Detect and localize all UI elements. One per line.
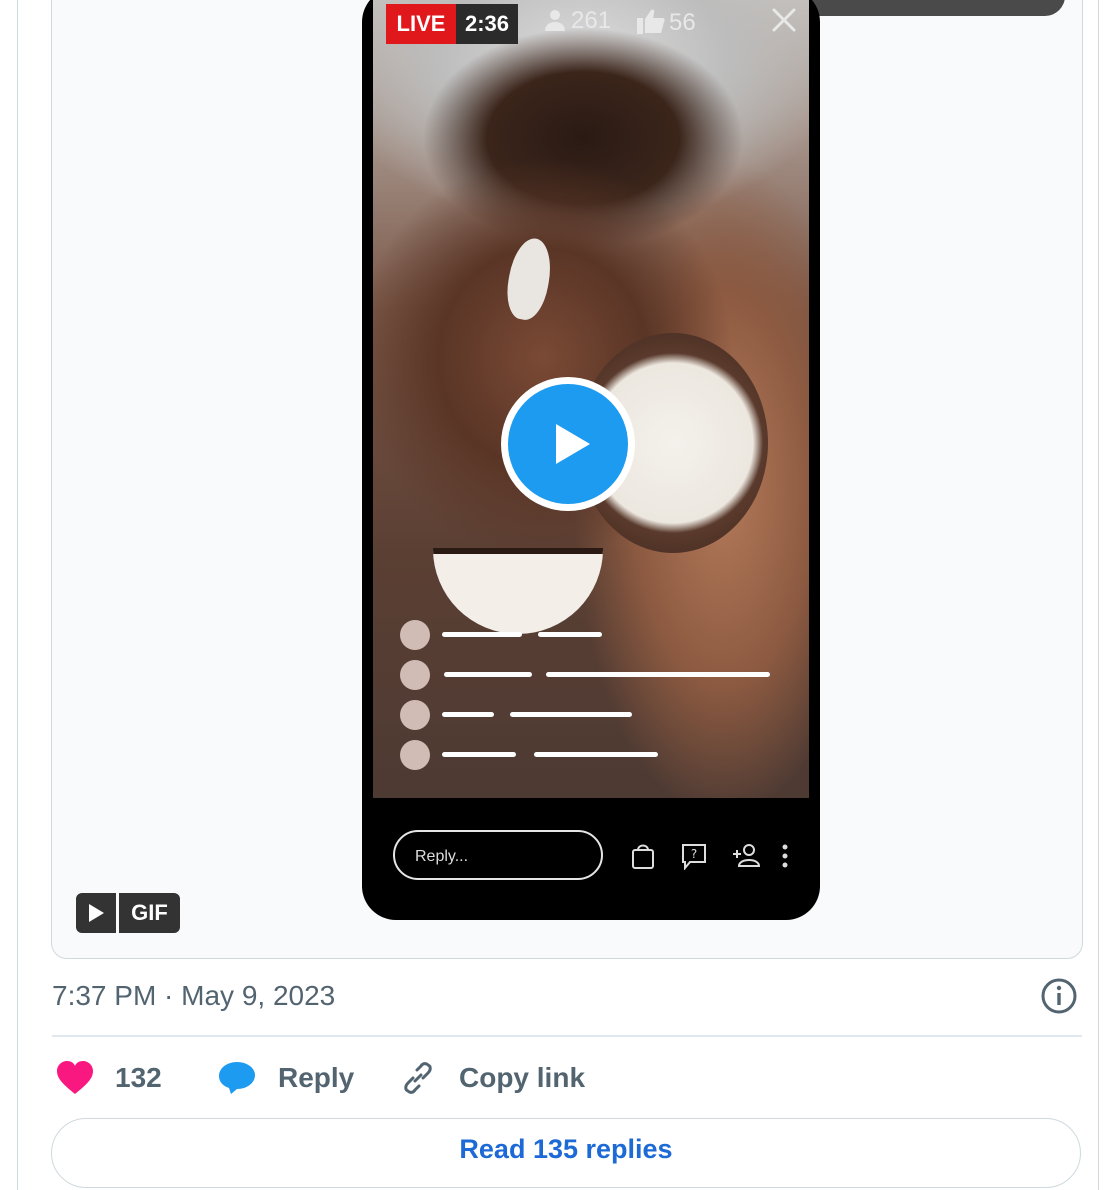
- thumbs-up-icon: [637, 9, 665, 34]
- comment-text-placeholder: [444, 672, 532, 677]
- copy-link-button[interactable]: Copy link: [400, 1058, 585, 1098]
- viewer-count-value: 261: [571, 7, 612, 34]
- divider: [52, 1035, 1082, 1037]
- question-icon[interactable]: ?: [680, 842, 708, 871]
- like-count-value: 56: [669, 9, 696, 36]
- copy-link-label: Copy link: [459, 1062, 586, 1093]
- comment-text-placeholder: [442, 712, 494, 717]
- comment-text-placeholder: [538, 632, 602, 637]
- gif-badge[interactable]: GIF: [76, 893, 180, 933]
- shopping-bag-icon[interactable]: [629, 842, 657, 870]
- like-count: 132: [115, 1062, 162, 1093]
- read-replies-button[interactable]: Read 135 replies: [51, 1118, 1081, 1188]
- close-icon[interactable]: [770, 6, 798, 34]
- smile: [433, 548, 603, 634]
- comment-text-placeholder: [510, 712, 632, 717]
- reply-bubble-icon: [219, 1062, 255, 1094]
- play-icon: [76, 893, 116, 933]
- play-button[interactable]: [501, 377, 635, 511]
- comment-avatar: [400, 740, 430, 770]
- reply-button[interactable]: Reply: [218, 1058, 354, 1098]
- cream-dab: [502, 235, 556, 323]
- comment-avatar: [400, 660, 430, 690]
- stream-duration: 2:36: [456, 4, 518, 44]
- like-count-live: 56: [637, 8, 696, 36]
- info-icon[interactable]: [1040, 977, 1078, 1015]
- comment-avatar: [400, 620, 430, 650]
- comment-text-placeholder: [442, 752, 516, 757]
- play-icon: [508, 384, 628, 504]
- live-badge: LIVE: [386, 4, 456, 44]
- comment-text-placeholder: [534, 752, 658, 757]
- comment-avatar: [400, 700, 430, 730]
- add-person-icon[interactable]: [731, 842, 761, 870]
- person-icon: [545, 10, 565, 31]
- reply-label: Reply: [278, 1062, 355, 1093]
- svg-text:?: ?: [691, 847, 697, 861]
- comment-text-placeholder: [546, 672, 770, 677]
- comment-text-placeholder: [442, 632, 522, 637]
- link-icon: [404, 1062, 432, 1094]
- tweet-timestamp[interactable]: 7:37 PM · May 9, 2023: [52, 978, 335, 1014]
- like-button[interactable]: 132: [56, 1058, 162, 1098]
- live-reply-input[interactable]: Reply...: [393, 830, 603, 880]
- gif-label: GIF: [119, 893, 180, 933]
- more-icon[interactable]: [775, 842, 803, 870]
- viewer-count: 261: [543, 8, 611, 34]
- heart-icon: [57, 1061, 93, 1094]
